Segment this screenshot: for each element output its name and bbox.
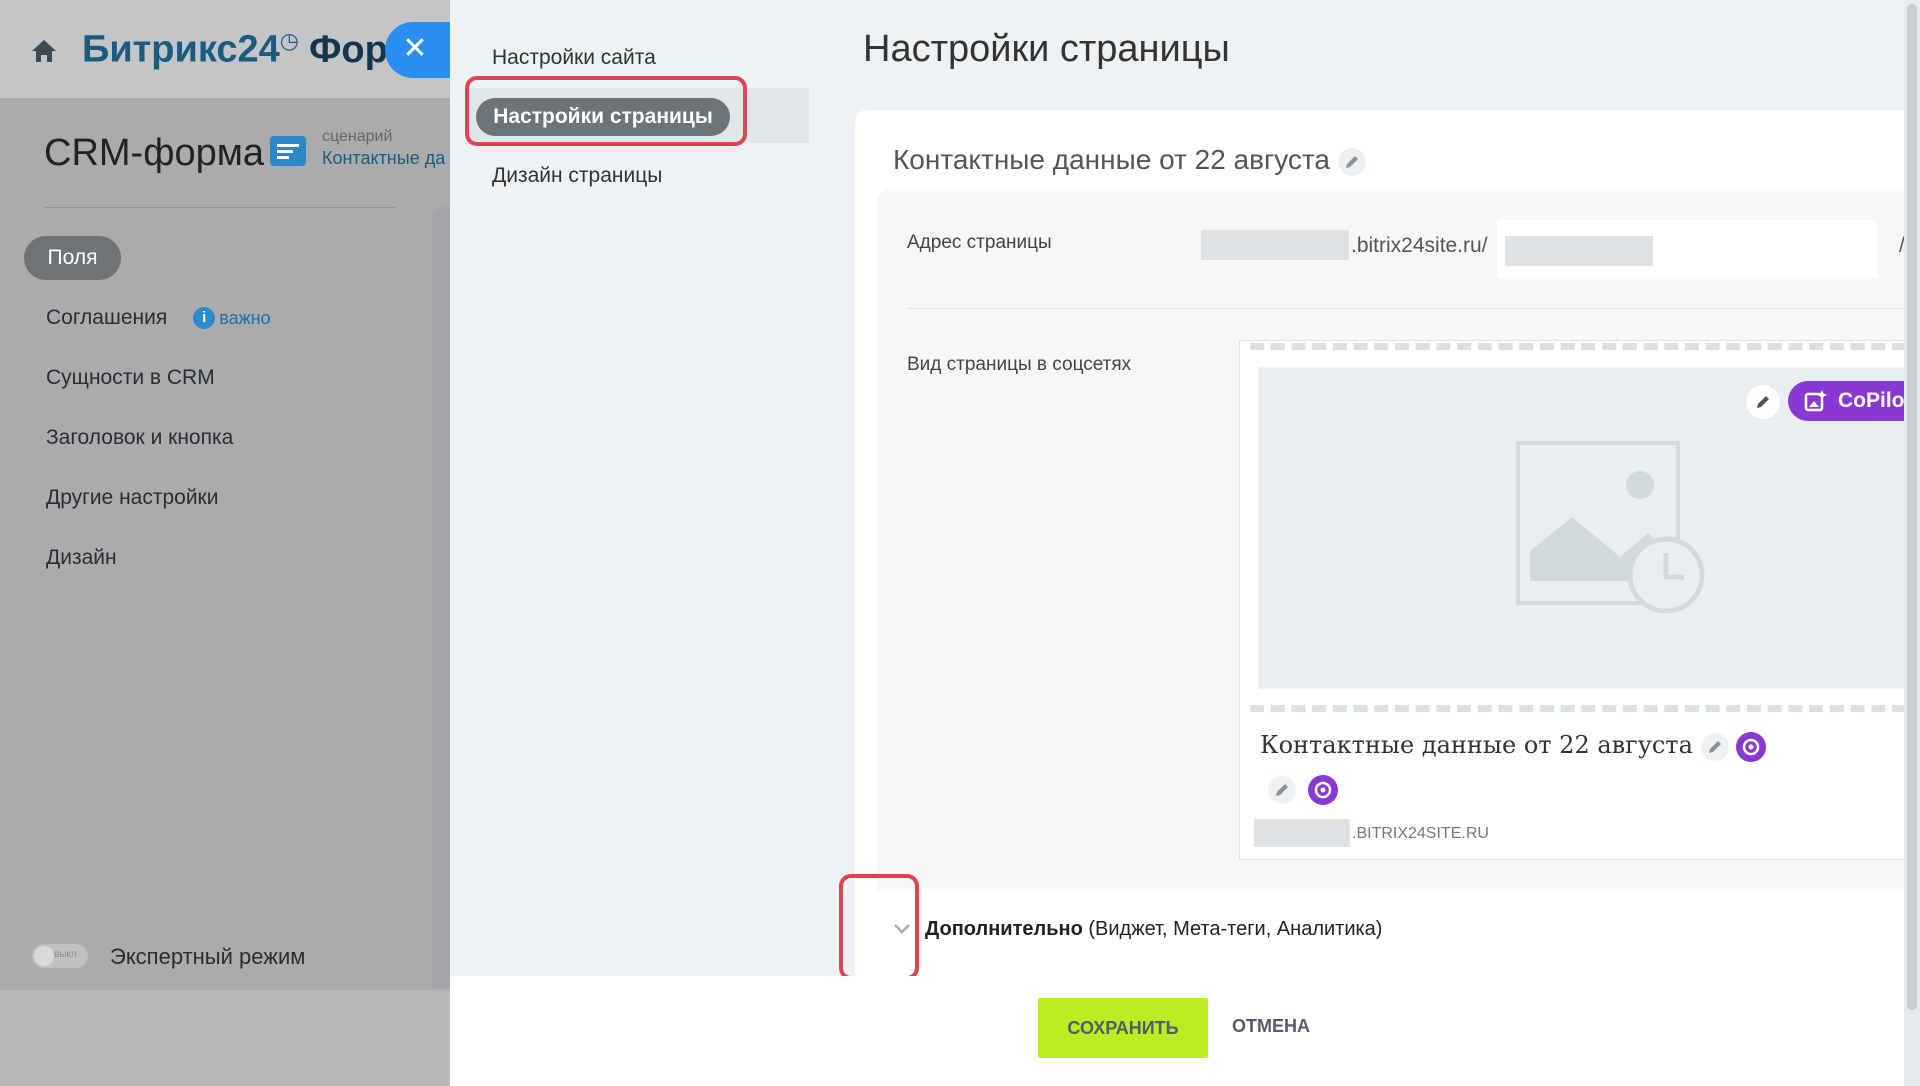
scenario-link[interactable]: Контактные да: [322, 148, 445, 169]
social-description-tools: [1268, 775, 1339, 805]
menu-page-design[interactable]: Дизайн страницы: [492, 164, 662, 188]
social-title: Контактные данные от 22 августа: [1260, 731, 1767, 762]
page-title: Настройки страницы: [863, 28, 1230, 70]
additional-section[interactable]: Дополнительно (Виджет, Мета-теги, Аналит…: [855, 888, 1905, 972]
copilot-description-icon[interactable]: [1308, 775, 1339, 805]
page-settings-card: Контактные данные от 22 августа Адрес ст…: [855, 110, 1920, 980]
nav-item-crm-entities[interactable]: Сущности в CRM: [46, 366, 215, 390]
highlight-frame-chevron: [839, 874, 919, 980]
card-title: Контактные данные от 22 августа: [893, 144, 1366, 176]
copilot-title-icon[interactable]: [1736, 731, 1767, 762]
edit-social-title-icon[interactable]: [1700, 732, 1729, 761]
settings-menu: Настройки сайта Настройки страницы Дизай…: [450, 0, 810, 976]
close-slider-button[interactable]: ✕: [385, 22, 453, 78]
clock-icon: ◷: [279, 28, 299, 53]
expert-mode-toggle[interactable]: выкл: [32, 944, 88, 968]
social-preview: CoPilot Контактные данные от 22 августа: [1239, 340, 1920, 860]
address-label: Адрес страницы: [907, 232, 1052, 253]
additional-label: Дополнительно (Виджет, Мета-теги, Аналит…: [925, 918, 1383, 940]
settings-slider: Настройки сайта Настройки страницы Дизай…: [450, 0, 1920, 1086]
copilot-image-button[interactable]: CoPilot: [1788, 381, 1920, 421]
cancel-button[interactable]: ОТМЕНА: [1232, 1016, 1310, 1037]
save-button[interactable]: СОХРАНИТЬ: [1038, 998, 1208, 1058]
info-icon: i: [193, 307, 216, 329]
expert-mode-label: Экспертный режим: [110, 944, 306, 969]
edit-title-icon[interactable]: [1337, 147, 1366, 176]
blurred-subdomain: [1201, 230, 1349, 260]
social-label: Вид страницы в соцсетях: [907, 354, 1132, 375]
address-domain: .bitrix24site.ru/: [1351, 234, 1488, 257]
nav-item-other-settings[interactable]: Другие настройки: [46, 486, 218, 510]
bottom-strip: [0, 990, 460, 1086]
nav-item-header-button[interactable]: Заголовок и кнопка: [46, 426, 233, 450]
edit-image-icon[interactable]: [1746, 385, 1780, 419]
nav-item-agreements[interactable]: Соглашения i важно: [46, 306, 271, 330]
scenario-label: сценарий: [322, 128, 393, 145]
nav-item-fields[interactable]: Поля: [24, 236, 121, 280]
settings-fields: Адрес страницы .bitrix24site.ru/ / Вид с…: [877, 190, 1920, 890]
background-app: Битрикс24◷ Формы CRM-форма сценарий Конта…: [0, 0, 472, 1086]
scenario-icon: [270, 136, 306, 166]
row-separator: [907, 308, 1905, 309]
scrollbar[interactable]: [1904, 0, 1920, 1086]
menu-site-settings[interactable]: Настройки сайта: [492, 46, 656, 70]
edit-description-icon[interactable]: [1268, 776, 1296, 804]
home-icon[interactable]: [30, 38, 58, 64]
footer-bar: СОХРАНИТЬ ОТМЕНА: [450, 976, 1920, 1086]
scroll-thumb[interactable]: [1907, 4, 1917, 1010]
divider: [44, 207, 396, 208]
important-badge: важно: [219, 308, 271, 328]
highlight-frame: [465, 76, 747, 146]
social-domain: .BITRIX24SITE.RU: [1352, 825, 1489, 842]
form-title: CRM-форма: [44, 132, 264, 174]
blurred-social-subdomain: [1254, 819, 1350, 847]
social-image-placeholder[interactable]: CoPilot: [1258, 367, 1920, 689]
page-path-input[interactable]: [1497, 220, 1877, 278]
nav-item-design[interactable]: Дизайн: [46, 546, 117, 570]
